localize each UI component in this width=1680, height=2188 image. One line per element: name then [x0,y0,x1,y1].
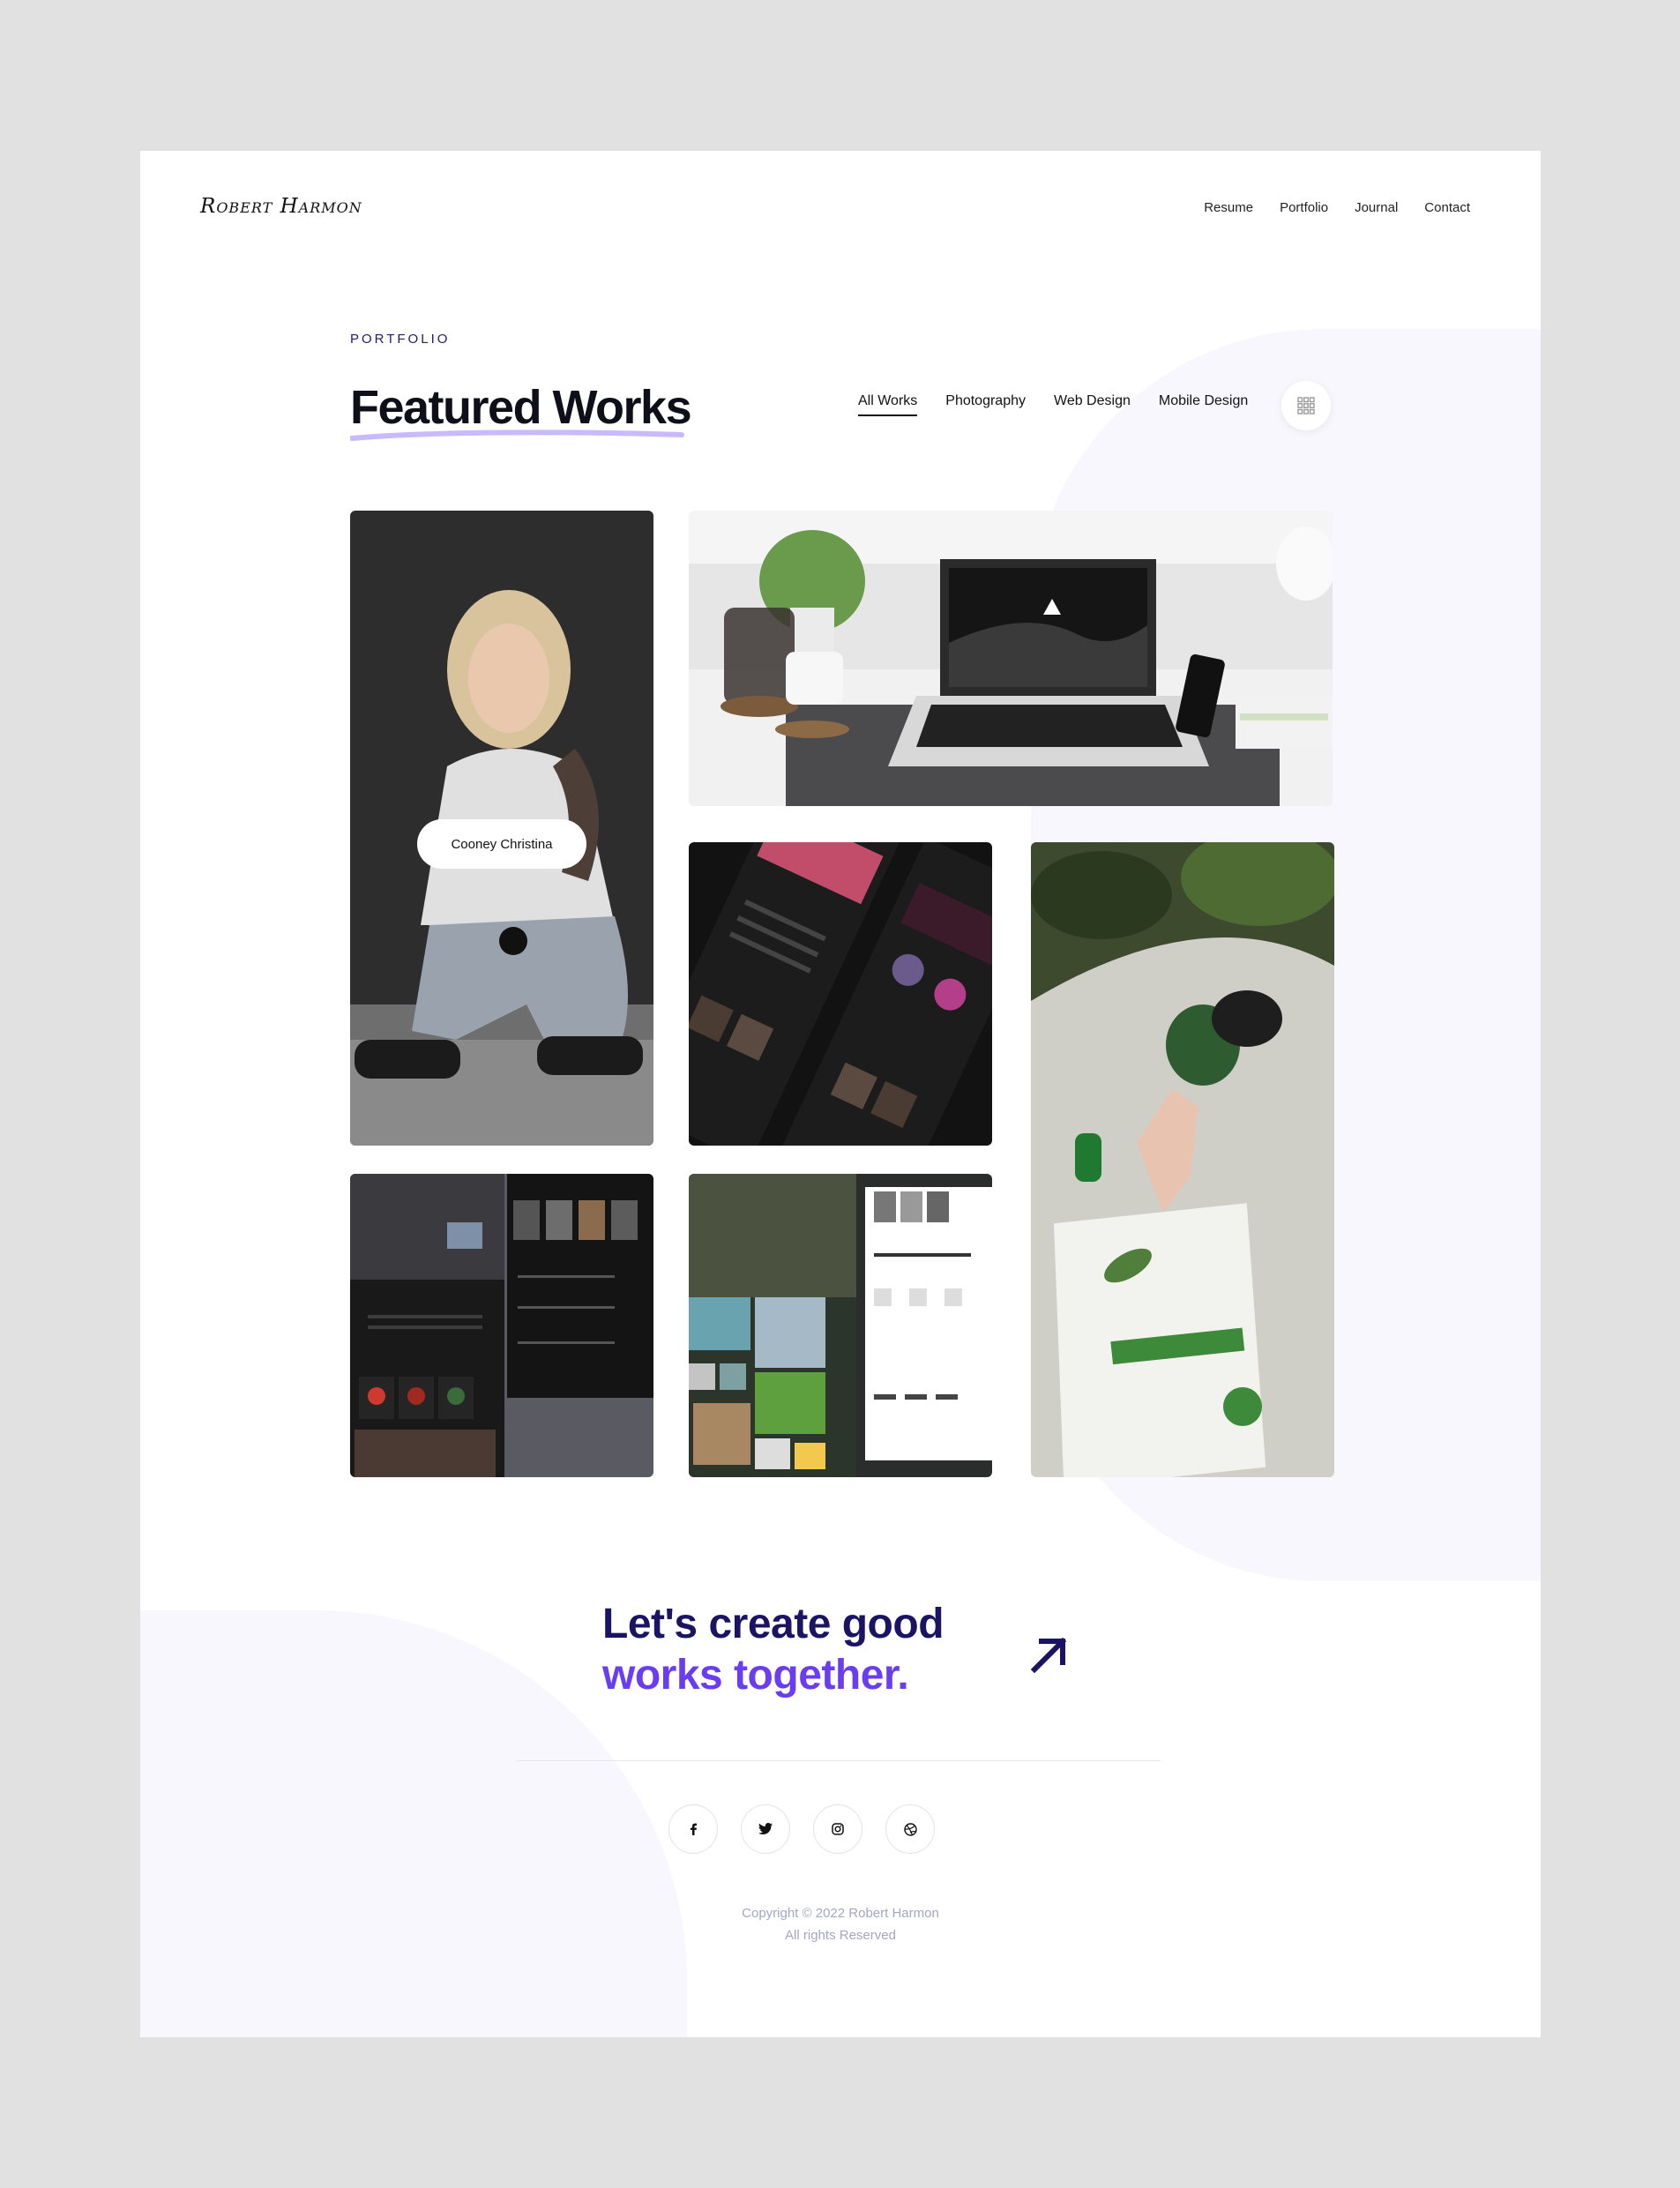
copyright-text: Copyright © 2022 Robert Harmon [742,1906,939,1921]
cta-line-1: Let's create good [602,1601,945,1647]
work-card-portrait[interactable]: Cooney Christina [350,511,653,1146]
filter-tabs: All Works Photography Web Design Mobile … [858,393,1248,416]
dribbble-link[interactable] [885,1804,935,1854]
nav-journal[interactable]: Journal [1355,200,1398,215]
title-block: Featured Works [350,380,692,442]
workspace-photo [689,511,1333,806]
nav-resume[interactable]: Resume [1204,200,1253,215]
grid-icon [1297,397,1315,414]
nav-contact[interactable]: Contact [1424,200,1470,215]
twitter-link[interactable] [741,1804,790,1854]
work-card-workspace[interactable] [689,511,1333,806]
social-links [668,1804,935,1854]
page-title: Featured Works [350,381,692,434]
work-card-cosmetics[interactable] [1031,842,1334,1477]
section-eyebrow: PORTFOLIO [350,332,451,347]
facebook-icon [691,1823,697,1835]
twitter-icon [758,1823,773,1835]
filter-mobile-design[interactable]: Mobile Design [1159,393,1248,416]
cta-heading: Let's create good works together. [602,1599,945,1701]
grid-view-button[interactable] [1281,381,1331,430]
main-nav: Resume Portfolio Journal Contact [1204,200,1470,215]
music-website-mockup [689,842,992,1146]
work-hover-label[interactable]: Cooney Christina [417,819,586,869]
work-card-music-web[interactable] [689,842,992,1146]
filter-all-works[interactable]: All Works [858,393,918,416]
filter-photography[interactable]: Photography [945,393,1026,416]
filter-web-design[interactable]: Web Design [1054,393,1131,416]
site-logo[interactable]: Robert Harmon [200,195,362,218]
page: Robert Harmon Resume Portfolio Journal C… [140,151,1541,2037]
facebook-link[interactable] [668,1804,718,1854]
arrow-up-right-icon[interactable] [1029,1634,1070,1675]
agency-website-mockup [689,1174,992,1477]
cta-line-2: works together. [602,1652,909,1699]
band-website-mockup [350,1174,653,1477]
work-card-agency-web[interactable] [689,1174,992,1477]
dribbble-icon [903,1822,917,1836]
nav-portfolio[interactable]: Portfolio [1280,200,1328,215]
work-card-band-web[interactable] [350,1174,653,1477]
instagram-link[interactable] [813,1804,862,1854]
footer-divider [517,1760,1161,1761]
cosmetics-photo [1031,842,1334,1477]
rights-text: All rights Reserved [785,1928,896,1943]
instagram-icon [832,1823,844,1835]
